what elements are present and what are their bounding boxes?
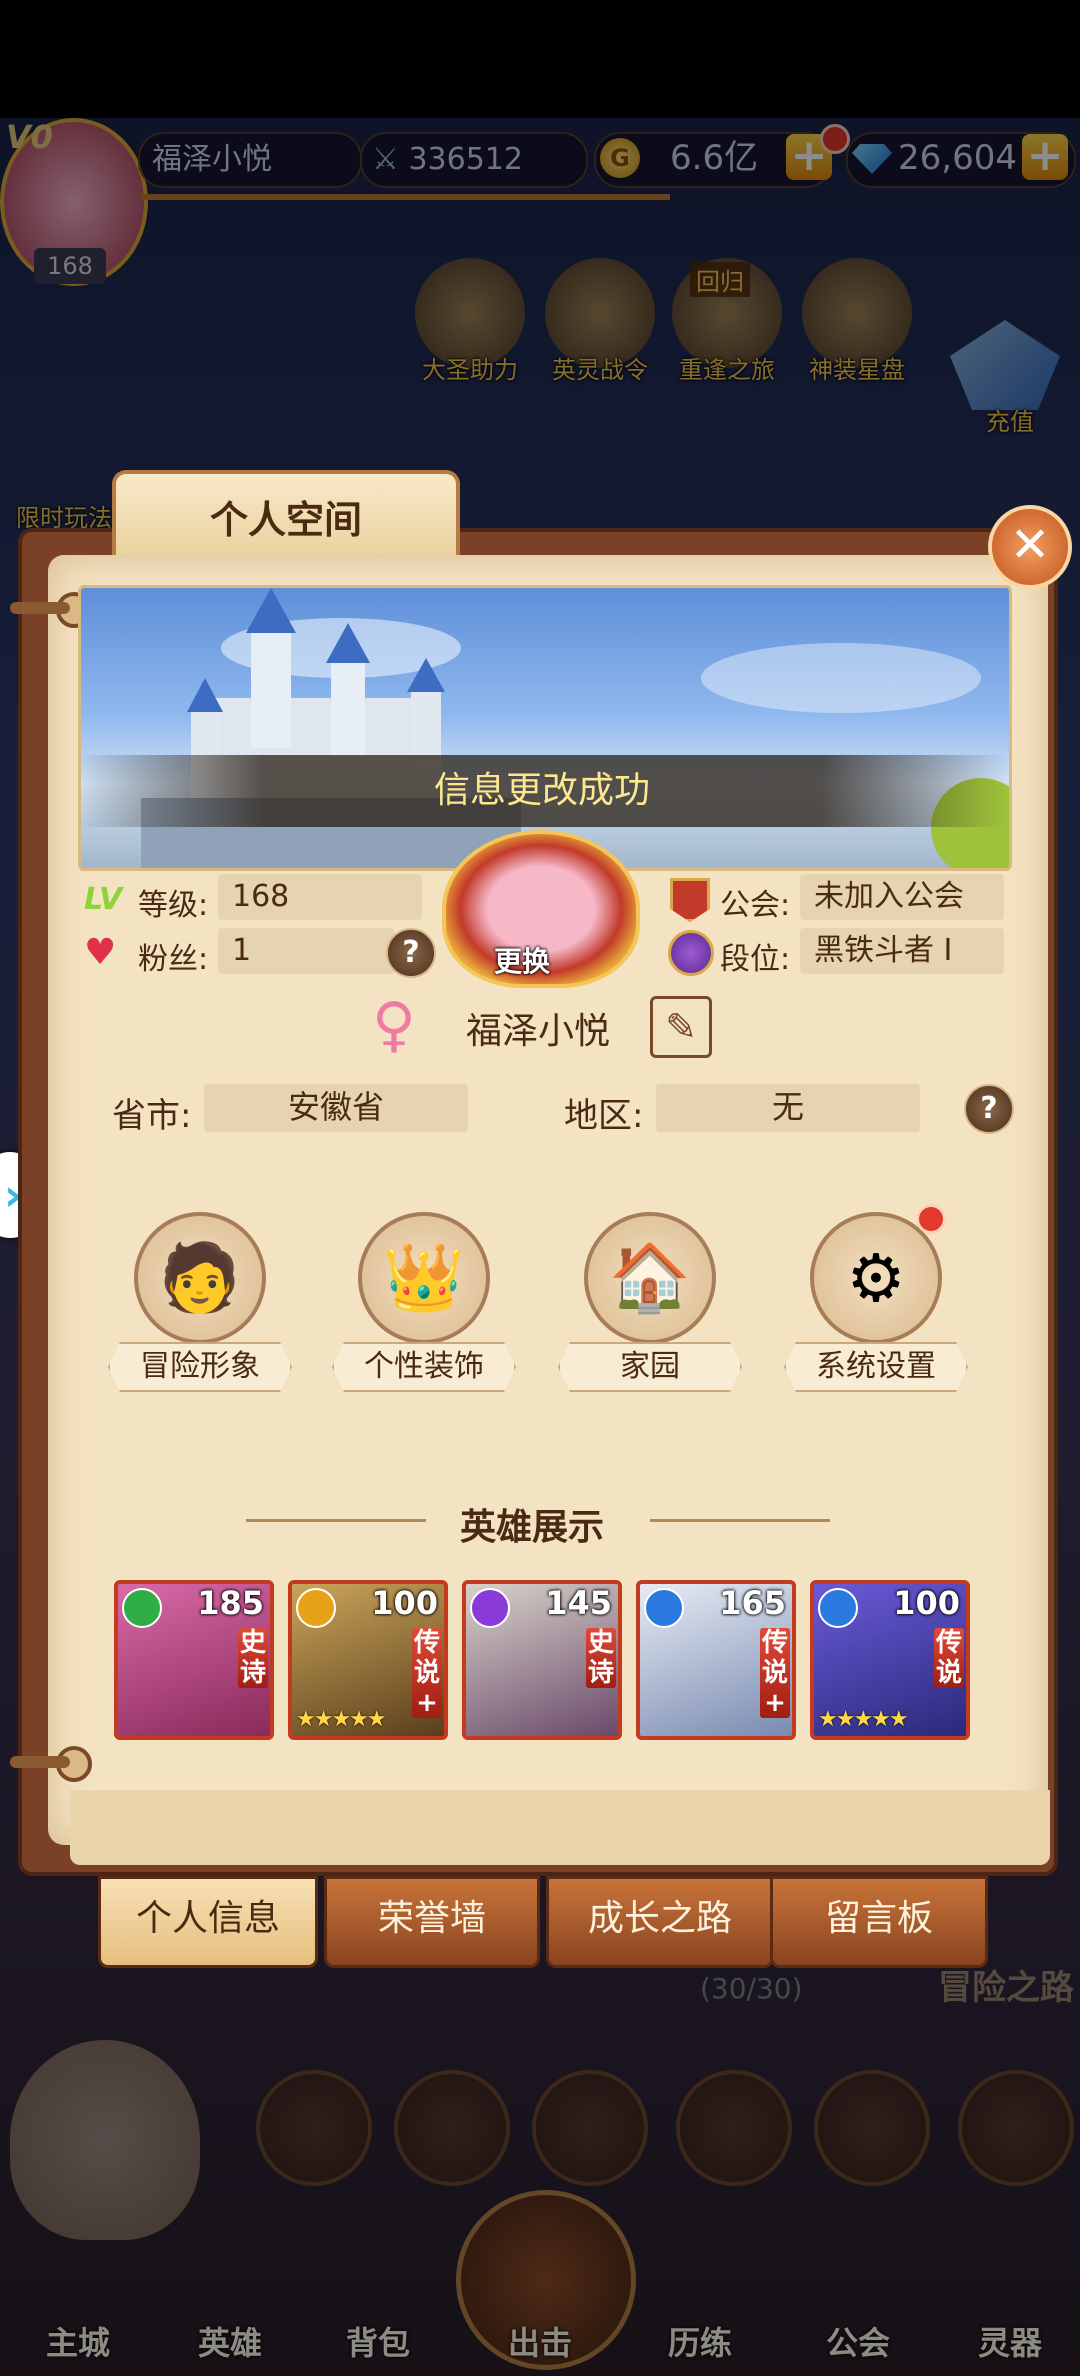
rank-icon	[668, 930, 714, 976]
level-value: 168	[218, 874, 422, 920]
hero-card[interactable]: 100 传说+ ★★★★★	[288, 1580, 448, 1740]
binder-strap-bottom	[10, 1756, 70, 1768]
close-button[interactable]: ✕	[988, 505, 1072, 589]
player-name-display: 福泽小悦	[466, 1011, 611, 1052]
avatar-change-label[interactable]: 更换	[494, 940, 550, 980]
guild-label: 公会:	[720, 888, 791, 923]
house-icon: 🏠	[608, 1239, 692, 1316]
pencil-icon: ✎	[665, 1005, 697, 1049]
heroes-divider-right	[650, 1519, 830, 1522]
rank-value: 黑铁斗者 I	[800, 928, 1004, 974]
crown-icon: 👑	[382, 1239, 466, 1316]
hero-card[interactable]: 100 传说 ★★★★★	[810, 1580, 970, 1740]
fans-label: 粉丝:	[138, 942, 209, 977]
homestead-button[interactable]: 🏠	[584, 1212, 716, 1344]
hero-rarity: 传说	[934, 1628, 964, 1688]
lv-icon: LV	[84, 882, 123, 917]
tab-growth-path[interactable]: 成长之路	[546, 1876, 774, 1968]
tab-honor-wall[interactable]: 荣誉墙	[324, 1876, 540, 1968]
gear-icon: ⚙	[846, 1239, 906, 1317]
heroes-title: 英雄展示	[460, 1507, 605, 1548]
fans-help-button[interactable]: ?	[386, 928, 436, 978]
region-label: 地区:	[564, 1096, 644, 1136]
binder-strap-top	[10, 602, 70, 614]
dark-element-icon	[470, 1588, 510, 1628]
nature-element-icon	[122, 1588, 162, 1628]
hero-level: 100	[893, 1584, 960, 1622]
edit-name-button[interactable]: ✎	[650, 996, 712, 1058]
hero-level: 165	[719, 1584, 786, 1622]
tab-personal-info[interactable]: 个人信息	[98, 1876, 318, 1968]
location-help-button[interactable]: ?	[964, 1084, 1014, 1134]
hero-level: 145	[545, 1584, 612, 1622]
system-settings-label: 系统设置	[784, 1342, 968, 1392]
hero-level: 185	[197, 1584, 264, 1622]
province-value[interactable]: 安徽省	[204, 1084, 468, 1132]
rank-label: 段位:	[720, 942, 791, 977]
adventure-image-button[interactable]: 🧑	[134, 1212, 266, 1344]
hero-rarity: 史诗	[586, 1628, 616, 1688]
arrow-right-icon: ›	[4, 1170, 23, 1221]
homestead-label: 家园	[558, 1342, 742, 1392]
level-label: 等级:	[138, 888, 209, 923]
region-value[interactable]: 无	[656, 1084, 920, 1132]
heroes-divider-left	[246, 1519, 426, 1522]
heart-icon: ♥	[84, 932, 117, 973]
hero-rarity: 传说+	[760, 1628, 790, 1718]
hero-stars: ★★★★★	[818, 1707, 909, 1732]
panel-title: 个人空间	[112, 470, 460, 564]
personal-decoration-label: 个性装饰	[332, 1342, 516, 1392]
province-label: 省市:	[112, 1096, 192, 1136]
light-element-icon	[296, 1588, 336, 1628]
profile-banner[interactable]	[78, 585, 1012, 871]
water-element-icon	[644, 1588, 684, 1628]
water-element-icon	[818, 1588, 858, 1628]
adventure-image-label: 冒险形象	[108, 1342, 292, 1392]
adventurer-icon: 🧑	[158, 1239, 242, 1316]
fans-value: 1	[218, 928, 394, 974]
hero-rarity: 史诗	[238, 1628, 268, 1688]
toast-message: 信息更改成功	[78, 755, 1006, 827]
hero-card[interactable]: 185 史诗	[114, 1580, 274, 1740]
hero-card[interactable]: 145 史诗	[462, 1580, 622, 1740]
guild-value: 未加入公会	[800, 874, 1004, 920]
hero-card[interactable]: 165 传说+	[636, 1580, 796, 1740]
female-gender-icon: ♀	[372, 990, 416, 1060]
hero-rarity: 传说+	[412, 1628, 442, 1718]
hero-level: 100	[371, 1584, 438, 1622]
tab-message-board[interactable]: 留言板	[770, 1876, 988, 1968]
personal-decoration-button[interactable]: 👑	[358, 1212, 490, 1344]
paper-edge	[70, 1790, 1050, 1865]
hero-stars: ★★★★★	[296, 1707, 387, 1732]
settings-notification-dot	[916, 1204, 946, 1234]
